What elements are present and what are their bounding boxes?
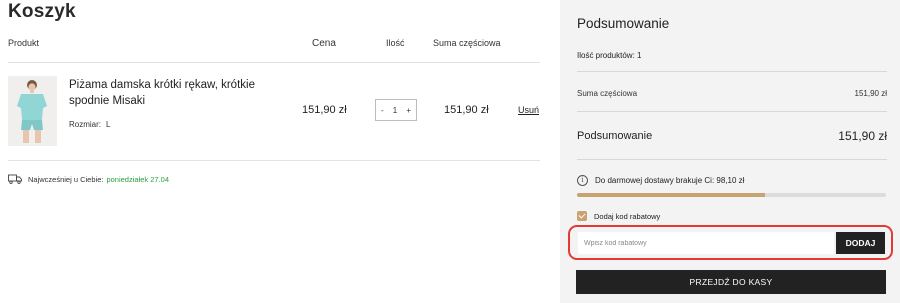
info-icon: i bbox=[577, 175, 588, 186]
product-attribute: Rozmiar: L bbox=[69, 120, 110, 129]
column-header-price: Cena bbox=[312, 38, 336, 49]
summary-total-value: 151,90 zł bbox=[838, 129, 887, 143]
free-shipping-text: Do darmowej dostawy brakuje Ci: 98,10 zł bbox=[595, 176, 745, 185]
page-title: Koszyk bbox=[8, 1, 76, 22]
progress-fill bbox=[577, 193, 766, 197]
decrease-quantity-button[interactable]: - bbox=[381, 106, 384, 115]
column-header-subtotal: Suma częściowa bbox=[433, 38, 501, 48]
summary-subtotal-label: Suma częściowa bbox=[577, 89, 638, 98]
delivery-label: Najwcześniej u Ciebie: bbox=[28, 174, 104, 184]
divider bbox=[577, 111, 887, 112]
product-name-link[interactable]: Piżama damska krótki rękaw, krótkie spod… bbox=[69, 77, 279, 109]
checkbox-checked-icon[interactable] bbox=[577, 211, 587, 221]
divider bbox=[577, 159, 887, 160]
divider bbox=[577, 71, 887, 72]
summary-total-label: Podsumowanie bbox=[577, 130, 653, 142]
row-subtotal: 151,90 zł bbox=[444, 104, 489, 116]
unit-price: 151,90 zł bbox=[302, 104, 347, 116]
apply-coupon-button[interactable]: DODAJ bbox=[836, 232, 885, 254]
coupon-form: DODAJ bbox=[568, 225, 893, 260]
divider bbox=[8, 160, 540, 161]
increase-quantity-button[interactable]: + bbox=[406, 106, 411, 115]
cart-section: Koszyk Produkt Cena Ilość Suma częściowa… bbox=[0, 0, 540, 303]
product-photo-pajama bbox=[8, 76, 57, 146]
attribute-label: Rozmiar: bbox=[69, 120, 102, 129]
column-header-product: Produkt bbox=[8, 38, 40, 48]
checkout-button[interactable]: PRZEJDŹ DO KASY bbox=[576, 270, 886, 294]
coupon-code-input[interactable] bbox=[578, 232, 834, 254]
delivery-estimate: Najwcześniej u Ciebie: poniedziałek 27.0… bbox=[8, 174, 169, 184]
divider bbox=[8, 62, 540, 63]
delivery-date: poniedziałek 27.04 bbox=[106, 174, 170, 184]
truck-icon bbox=[8, 174, 22, 184]
free-shipping-info: i Do darmowej dostawy brakuje Ci: 98,10 … bbox=[577, 175, 744, 186]
free-shipping-progress bbox=[577, 193, 886, 197]
quantity-value[interactable]: 1 bbox=[393, 106, 397, 115]
attribute-value: L bbox=[106, 120, 111, 129]
coupon-toggle[interactable]: Dodaj kod rabatowy bbox=[577, 211, 660, 221]
coupon-toggle-label[interactable]: Dodaj kod rabatowy bbox=[594, 212, 660, 221]
remove-item-link[interactable]: Usuń bbox=[518, 105, 539, 115]
quantity-stepper[interactable]: - 1 + bbox=[375, 99, 417, 121]
column-header-quantity: Ilość bbox=[386, 38, 405, 48]
product-image[interactable] bbox=[8, 76, 57, 146]
summary-title: Podsumowanie bbox=[577, 16, 670, 31]
summary-subtotal-value: 151,90 zł bbox=[854, 89, 887, 98]
product-count: Ilość produktów: 1 bbox=[577, 51, 642, 60]
